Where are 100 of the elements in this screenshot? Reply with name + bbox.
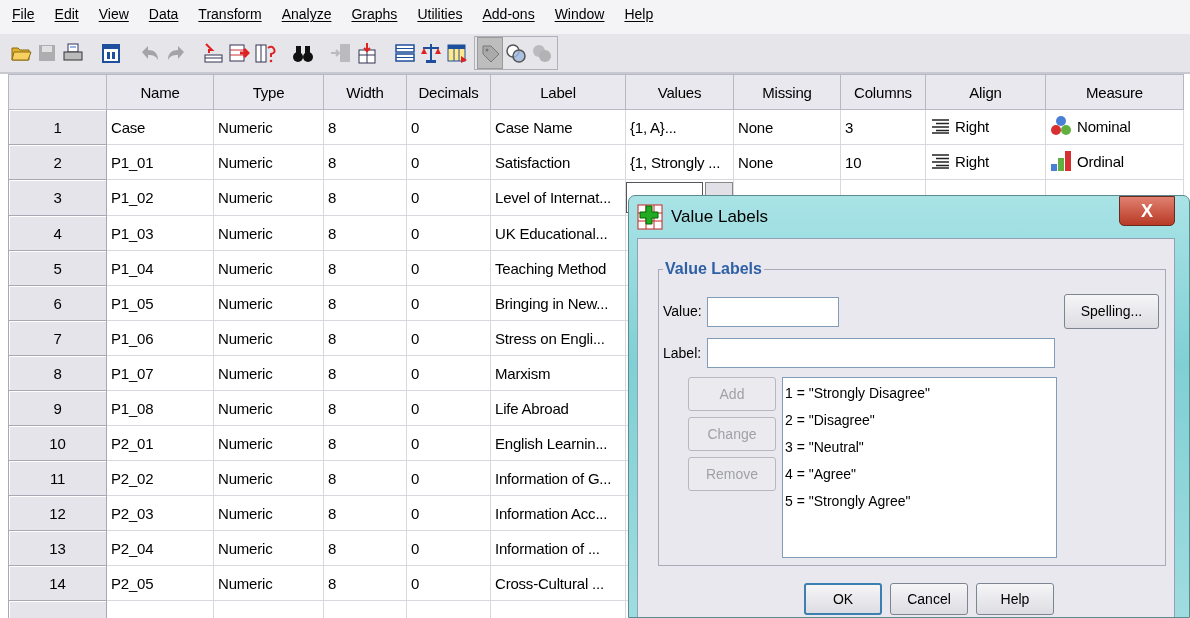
table-cell: Case Name (490, 109, 626, 145)
table-cell: 0 (406, 355, 491, 391)
table-cell: P1_08 (106, 390, 214, 426)
table-arrow-icon[interactable] (202, 42, 224, 64)
table-cell: Satisfaction (490, 144, 626, 180)
table-cell: Case (106, 109, 214, 145)
menu-item[interactable]: Graphs (351, 6, 398, 34)
menu-item[interactable]: Data (148, 6, 179, 34)
circles-icon[interactable] (505, 42, 527, 64)
table-icon[interactable] (446, 42, 468, 64)
table-cell: Information Acc... (490, 495, 626, 531)
menu-item[interactable]: View (98, 6, 129, 34)
row-number[interactable]: 2 (8, 144, 107, 180)
row-number[interactable]: 6 (8, 285, 107, 321)
insert-column-icon[interactable] (356, 42, 378, 64)
column-header[interactable]: Label (490, 74, 626, 110)
row-number[interactable]: 12 (8, 495, 107, 531)
bar-chart-icon (1050, 150, 1072, 172)
menu-item[interactable]: Analyze (281, 6, 332, 34)
row-number[interactable]: 4 (8, 215, 107, 251)
table-cell: 8 (323, 460, 407, 496)
close-button[interactable]: X (1119, 196, 1175, 226)
input-field[interactable] (707, 296, 839, 327)
row-number[interactable]: 13 (8, 530, 107, 566)
measure-text: Ordinal (1077, 153, 1124, 169)
table-cell: 0 (406, 565, 491, 601)
column-header[interactable]: Decimals (406, 74, 491, 110)
row-number[interactable]: 1 (8, 109, 107, 145)
table-cell: {1, A}... (625, 109, 734, 145)
table-cell: 0 (406, 109, 491, 145)
menu-item[interactable]: Help (624, 6, 654, 34)
circles-icon (1050, 115, 1072, 137)
printer-icon[interactable] (62, 42, 84, 64)
grid-question-icon[interactable] (254, 42, 276, 64)
split-table-icon[interactable] (394, 42, 416, 64)
list-item[interactable]: 1 = "Strongly Disagree" (785, 381, 1054, 408)
table-cell: 10 (840, 144, 926, 180)
table-cell: Level of Internat... (490, 179, 626, 216)
table-cell: P2_01 (106, 425, 214, 461)
row-number[interactable]: 7 (8, 320, 107, 356)
row-number[interactable]: 8 (8, 355, 107, 391)
row-number[interactable]: 14 (8, 565, 107, 601)
dialog-button[interactable]: Help (976, 583, 1054, 615)
table-cell: 8 (323, 530, 407, 566)
list-item[interactable]: 3 = "Neutral" (785, 435, 1054, 462)
row-number[interactable]: 10 (8, 425, 107, 461)
menu-item[interactable]: Transform (198, 6, 262, 34)
row-number[interactable]: 5 (8, 250, 107, 286)
spelling-button[interactable]: Spelling... (1064, 294, 1159, 329)
table-cell: Numeric (213, 320, 324, 356)
scale-icon[interactable] (420, 42, 442, 64)
row-number[interactable]: 3 (8, 179, 107, 216)
table-cell: P2_04 (106, 530, 214, 566)
column-header[interactable]: Values (625, 74, 734, 110)
table-cell: 8 (323, 215, 407, 251)
table-cell: P1_05 (106, 285, 214, 321)
table-cell: UK Educational... (490, 215, 626, 251)
list-item[interactable]: 2 = "Disagree" (785, 408, 1054, 435)
table-cell: 8 (323, 390, 407, 426)
table-cell: 3 (840, 109, 926, 145)
list-item[interactable]: 4 = "Agree" (785, 462, 1054, 489)
table-cell: P1_02 (106, 179, 214, 216)
table-cell: P1_01 (106, 144, 214, 180)
table-cell: P2_05 (106, 565, 214, 601)
column-header[interactable]: Align (925, 74, 1046, 110)
table-cell: 8 (323, 355, 407, 391)
menu-item[interactable]: File (12, 6, 35, 34)
column-header[interactable]: Name (106, 74, 214, 110)
input-field[interactable] (707, 338, 1055, 368)
dialog-button[interactable]: Cancel (890, 583, 968, 615)
list-item[interactable]: 5 = "Strongly Agree" (785, 489, 1054, 516)
table-cell: 0 (406, 530, 491, 566)
value-list[interactable]: 1 = "Strongly Disagree" 2 = "Disagree" 3 = "Neutral" 4 = "Agree" 5 = "Strongly Agree" (782, 377, 1057, 558)
table-cell: Cross-Cultural ... (490, 565, 626, 601)
grid-arrow-icon[interactable] (228, 42, 250, 64)
menu-item[interactable]: Window (554, 6, 605, 34)
table-cell: Bringing in New... (490, 285, 626, 321)
window-icon[interactable] (100, 42, 122, 64)
row-number[interactable]: 9 (8, 390, 107, 426)
table-cell: 8 (323, 250, 407, 286)
column-header[interactable]: Columns (840, 74, 926, 110)
table-cell: Numeric (213, 179, 324, 216)
table-cell: None (733, 144, 841, 180)
field-label: Label: (663, 343, 703, 363)
menu-item[interactable]: Utilities (417, 6, 463, 34)
table-cell: P2_02 (106, 460, 214, 496)
align-right-icon (930, 118, 950, 134)
menu-item[interactable]: Add-ons (482, 6, 535, 34)
column-header[interactable]: Width (323, 74, 407, 110)
table-cell: Numeric (213, 425, 324, 461)
row-number[interactable]: 11 (8, 460, 107, 496)
column-header[interactable]: Measure (1045, 74, 1184, 110)
table-cell: Numeric (213, 355, 324, 391)
dialog-button[interactable]: OK (804, 583, 882, 615)
column-header[interactable]: Type (213, 74, 324, 110)
menu-item[interactable]: Edit (54, 6, 79, 34)
column-header[interactable]: Missing (733, 74, 841, 110)
align-right-icon (930, 153, 950, 169)
table-cell: 0 (406, 179, 491, 216)
table-cell: Numeric (213, 250, 324, 286)
